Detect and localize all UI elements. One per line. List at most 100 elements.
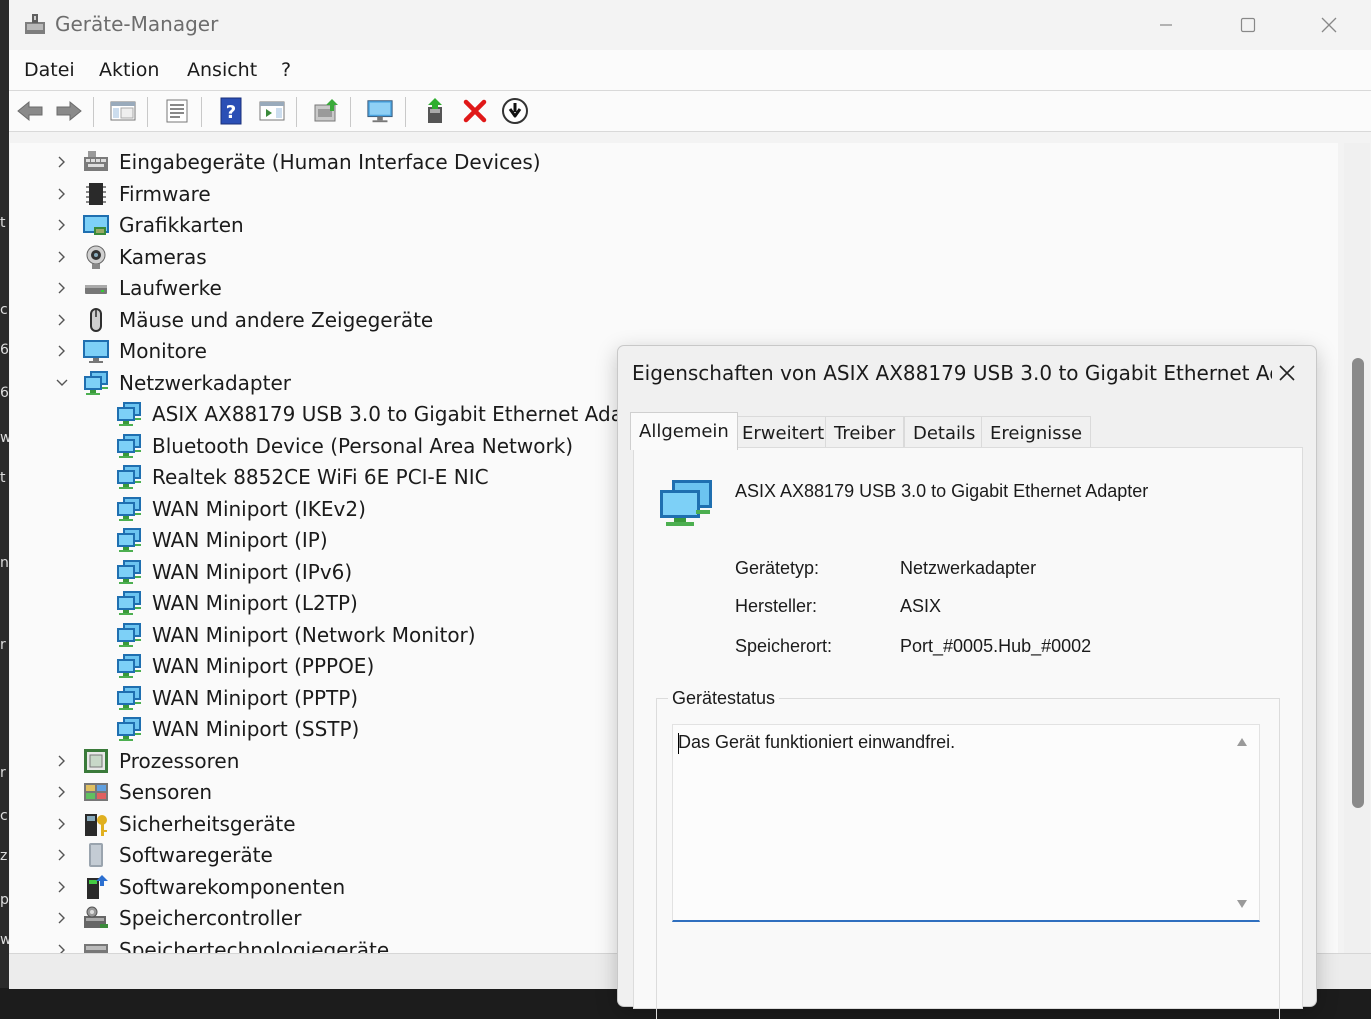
tab-allgemein[interactable]: Allgemein — [630, 412, 738, 450]
toolbar-separator — [93, 97, 94, 127]
background-window-char: n — [0, 555, 9, 571]
menu-ansicht[interactable]: Ansicht — [187, 59, 257, 81]
scrollbar-thumb[interactable] — [1352, 358, 1364, 808]
menu-datei[interactable]: Datei — [24, 59, 75, 81]
tree-category[interactable]: Kameras — [53, 242, 207, 272]
tab-erweitert[interactable]: Erweitert — [733, 416, 834, 449]
tree-device-item[interactable]: Realtek 8852CE WiFi 6E PCI-E NIC — [115, 462, 489, 492]
tree-category[interactable]: Firmware — [53, 179, 211, 209]
network-adapter-icon — [117, 433, 141, 458]
tab-treiber[interactable]: Treiber — [825, 416, 905, 449]
device-status-textbox[interactable]: Das Gerät funktioniert einwandfrei. — [672, 724, 1260, 922]
background-window-char: z — [0, 848, 8, 864]
tree-device-item[interactable]: ASIX AX88179 USB 3.0 to Gigabit Ethernet… — [115, 399, 664, 429]
tree-category[interactable]: Laufwerke — [53, 273, 222, 303]
triangle-up-icon — [1237, 738, 1247, 746]
tree-device-item[interactable]: WAN Miniport (PPPOE) — [115, 651, 374, 681]
minimize-button[interactable] — [1143, 8, 1189, 42]
tree-category[interactable]: Speichertechnologiegeräte — [53, 935, 389, 953]
tree-device-item[interactable]: WAN Miniport (IPv6) — [115, 557, 352, 587]
chevron-right-icon — [58, 188, 65, 199]
expand-toggle[interactable] — [53, 185, 71, 203]
close-button[interactable] — [1306, 8, 1352, 42]
back-button[interactable] — [16, 97, 44, 125]
expand-toggle[interactable] — [53, 279, 71, 297]
display-adapter-icon — [83, 215, 109, 235]
tree-category[interactable]: Sensoren — [53, 777, 212, 807]
tree-item-icon — [82, 778, 110, 806]
tree-device-item[interactable]: WAN Miniport (IKEv2) — [115, 494, 366, 524]
network-adapter-icon — [117, 559, 141, 584]
show-hide-console-tree-button[interactable] — [109, 97, 137, 125]
software-component-icon — [87, 874, 108, 899]
update-driver-button[interactable] — [312, 97, 340, 125]
tree-category[interactable]: Grafikkarten — [53, 210, 244, 240]
tree-item-label: Speichercontroller — [119, 906, 302, 930]
tree-category[interactable]: Sicherheitsgeräte — [53, 809, 296, 839]
tree-scrollbar[interactable] — [1344, 143, 1370, 953]
tab-ereignisse[interactable]: Ereignisse — [981, 416, 1092, 449]
tree-category[interactable]: Netzwerkadapter — [53, 368, 291, 398]
scroll-up-arrow[interactable] — [1235, 735, 1249, 749]
background-window-char: t — [0, 215, 6, 231]
action-pane-button[interactable] — [258, 97, 286, 125]
tab-details[interactable]: Details — [904, 416, 985, 449]
tree-category[interactable]: Softwaregeräte — [53, 840, 273, 870]
scan-hardware-button[interactable] — [366, 97, 394, 125]
tree-item-label: Grafikkarten — [119, 213, 244, 237]
scroll-down-arrow[interactable] — [1235, 897, 1249, 911]
expand-toggle[interactable] — [53, 846, 71, 864]
chevron-right-icon — [58, 345, 65, 357]
tree-device-item[interactable]: WAN Miniport (Network Monitor) — [115, 620, 476, 650]
tree-category[interactable]: Speichercontroller — [53, 903, 301, 933]
window-title: Geräte-Manager — [55, 12, 219, 36]
general-tab-panel: ASIX AX88179 USB 3.0 to Gigabit Ethernet… — [633, 447, 1303, 1019]
enable-device-icon — [428, 98, 442, 123]
dialog-close-button[interactable] — [1270, 356, 1304, 390]
tree-category[interactable]: Mäuse und andere Zeigegeräte — [53, 305, 433, 335]
tree-category[interactable]: Softwarekomponenten — [53, 872, 345, 902]
expand-toggle[interactable] — [53, 374, 71, 392]
tree-category[interactable]: Eingabegeräte (Human Interface Devices) — [53, 147, 541, 177]
disable-device-button[interactable] — [501, 97, 529, 125]
properties-dialog: Eigenschaften von ASIX AX88179 USB 3.0 t… — [617, 345, 1317, 1019]
help-button[interactable]: ? — [217, 97, 245, 125]
location-value: Port_#0005.Hub_#0002 — [900, 636, 1092, 656]
expand-toggle[interactable] — [53, 783, 71, 801]
expand-toggle[interactable] — [53, 941, 71, 953]
tree-item-label: Sicherheitsgeräte — [119, 811, 296, 836]
chevron-right-icon — [58, 282, 65, 294]
background-window-edge: tc66wtnrrczpw — [0, 0, 11, 988]
tree-item-icon — [115, 495, 143, 523]
enable-device-button[interactable] — [422, 97, 450, 125]
tree-device-item[interactable]: WAN Miniport (SSTP) — [115, 714, 359, 744]
tree-device-item[interactable]: Bluetooth Device (Personal Area Network) — [115, 431, 573, 461]
software-device-icon — [89, 843, 103, 867]
expand-toggle[interactable] — [53, 311, 71, 329]
tree-item-icon — [82, 841, 110, 869]
tree-device-item[interactable]: WAN Miniport (PPTP) — [115, 683, 358, 713]
back-icon — [17, 100, 43, 122]
forward-button[interactable] — [55, 97, 83, 125]
uninstall-device-button[interactable] — [461, 97, 489, 125]
expand-toggle[interactable] — [53, 878, 71, 896]
tree-device-item[interactable]: WAN Miniport (L2TP) — [115, 588, 358, 618]
tree-item-icon — [115, 558, 143, 586]
expand-toggle[interactable] — [53, 248, 71, 266]
tree-category[interactable]: Monitore — [53, 336, 207, 366]
expand-toggle[interactable] — [53, 815, 71, 833]
tree-item-label: WAN Miniport (PPPOE) — [152, 654, 375, 678]
expand-toggle[interactable] — [53, 153, 71, 171]
menu-help[interactable]: ? — [281, 59, 291, 81]
expand-toggle[interactable] — [53, 216, 71, 234]
storage-technology-icon — [84, 943, 108, 953]
menu-aktion[interactable]: Aktion — [99, 59, 159, 81]
expand-toggle[interactable] — [53, 909, 71, 927]
expand-toggle[interactable] — [53, 752, 71, 770]
tree-device-item[interactable]: WAN Miniport (IP) — [115, 525, 328, 555]
tree-category[interactable]: Prozessoren — [53, 746, 239, 776]
expand-toggle[interactable] — [53, 342, 71, 360]
maximize-button[interactable] — [1225, 8, 1271, 42]
properties-button[interactable] — [163, 97, 191, 125]
text-caret — [678, 733, 679, 754]
